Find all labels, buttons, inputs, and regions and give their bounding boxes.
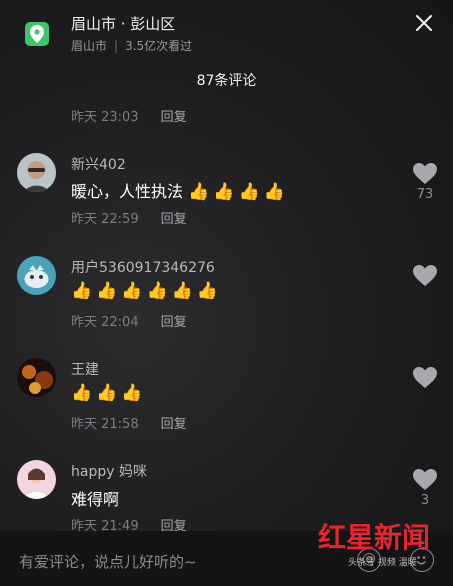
reply-button[interactable]: 回复 bbox=[161, 315, 187, 330]
thumbs-up-emoji: 👍 bbox=[263, 182, 285, 202]
like-count: 73 bbox=[416, 187, 434, 202]
comment-meta: 昨天 22:04 回复 bbox=[71, 311, 187, 330]
like-count: 3 bbox=[420, 493, 430, 508]
heart-icon[interactable] bbox=[413, 469, 437, 491]
thumbs-up-emoji: 👍 bbox=[196, 281, 219, 301]
avatar[interactable] bbox=[17, 256, 56, 295]
comment-meta: 昨天 21:58 回复 bbox=[71, 413, 187, 432]
comment-text: 👍 👍 👍 👍 👍 👍 bbox=[71, 281, 222, 301]
comment-username[interactable]: happy 妈咪 bbox=[71, 461, 147, 481]
thumbs-up-emoji: 👍 bbox=[71, 383, 93, 403]
comment-username[interactable]: 用户5360917346276 bbox=[71, 257, 215, 277]
thumbs-up-emoji: 👍 bbox=[188, 182, 210, 202]
comment-list[interactable]: 昨天 23:03 回复 新兴402 暖心，人性执法 👍 👍 👍 👍 昨天 22:59 回复… bbox=[0, 0, 453, 534]
watermark-sub: 头条号 视频 温暖 bbox=[348, 558, 417, 568]
comment-text: 难得啊 bbox=[71, 486, 119, 510]
thumbs-up-emoji: 👍 bbox=[238, 182, 260, 202]
watermark-brand: 红星新闻 bbox=[318, 521, 431, 554]
thumbs-up-emoji: 👍 bbox=[146, 281, 168, 301]
comment-time: 昨天 22:04 bbox=[71, 315, 139, 330]
thumbs-up-emoji: 👍 bbox=[213, 182, 235, 202]
comment-time: 昨天 21:58 bbox=[71, 417, 139, 432]
comment-input[interactable]: 有爱评论，说点儿好听的~ bbox=[19, 551, 197, 572]
reply-button[interactable]: 回复 bbox=[161, 110, 187, 125]
thumbs-up-emoji: 👍 bbox=[121, 383, 143, 403]
partial-comment-meta: 昨天 23:03 回复 bbox=[71, 106, 187, 125]
heart-icon[interactable] bbox=[413, 265, 437, 287]
thumbs-up-emoji: 👍 bbox=[71, 281, 93, 301]
heart-icon[interactable] bbox=[413, 163, 437, 185]
avatar[interactable] bbox=[17, 153, 56, 192]
avatar[interactable] bbox=[17, 358, 56, 397]
comment-time: 昨天 22:59 bbox=[71, 212, 139, 227]
thumbs-up-emoji: 👍 bbox=[171, 281, 193, 301]
reply-button[interactable]: 回复 bbox=[161, 417, 187, 432]
comment-username[interactable]: 王建 bbox=[71, 359, 99, 379]
thumbs-up-emoji: 👍 bbox=[96, 383, 118, 403]
comment-body: 暖心，人性执法 bbox=[71, 182, 184, 201]
comment-username[interactable]: 新兴402 bbox=[71, 154, 126, 174]
comment-text: 暖心，人性执法 👍 👍 👍 👍 bbox=[71, 178, 289, 202]
comment-body: 难得啊 bbox=[71, 490, 120, 509]
thumbs-up-emoji: 👍 bbox=[96, 281, 118, 301]
comment-meta: 昨天 22:59 回复 bbox=[71, 208, 187, 227]
comment-time: 昨天 23:03 bbox=[71, 110, 139, 125]
watermark-logo: 红星新闻 头条号 视频 温暖 bbox=[318, 518, 448, 568]
thumbs-up-emoji: 👍 bbox=[121, 281, 143, 301]
comment-text: 👍 👍 👍 bbox=[71, 383, 147, 403]
avatar[interactable] bbox=[17, 460, 56, 499]
heart-icon[interactable] bbox=[413, 367, 437, 389]
reply-button[interactable]: 回复 bbox=[161, 212, 187, 227]
